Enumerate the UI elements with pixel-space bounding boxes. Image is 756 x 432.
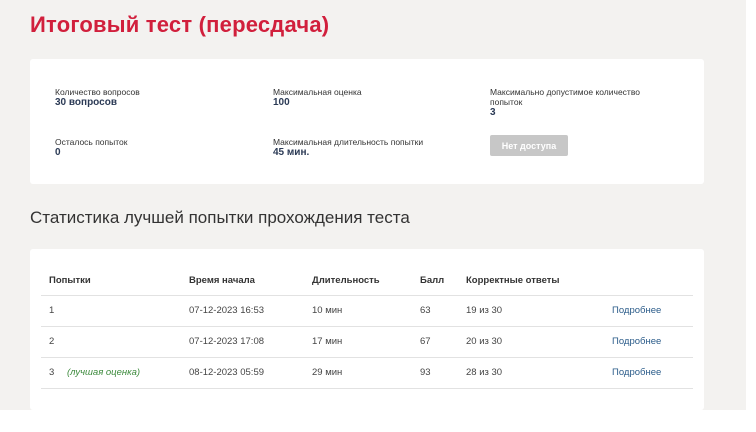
max-score: Максимальная оценка 100: [273, 87, 473, 109]
remaining-attempts: Осталось попыток 0: [55, 137, 255, 159]
max-duration: Максимальная длительность попытки 45 мин…: [273, 137, 473, 159]
header-duration: Длительность: [304, 267, 412, 296]
max-attempts: Максимально допустимое количество попыто…: [490, 87, 670, 119]
correct-answers: 28 из 30: [458, 357, 604, 389]
attempt-number: 2: [41, 326, 181, 358]
max-score-value: 100: [273, 97, 290, 108]
max-score-label: Максимальная оценка: [273, 87, 362, 97]
details-link[interactable]: Подробнее: [604, 326, 693, 358]
remaining-attempts-value: 0: [55, 147, 61, 158]
questions-count-value: 30 вопросов: [55, 97, 117, 108]
score: 63: [412, 295, 458, 327]
max-duration-label: Максимальная длительность попытки: [273, 137, 424, 147]
max-duration-value: 45 мин.: [273, 147, 310, 158]
attempts-table: Попытки Время начала Длительность Балл К…: [41, 267, 693, 389]
max-attempts-label: Максимально допустимое количество попыто…: [490, 87, 640, 107]
header-correct-answers: Корректные ответы: [458, 267, 604, 296]
questions-count: Количество вопросов 30 вопросов: [55, 87, 255, 109]
header-details: [604, 267, 693, 296]
no-access-button[interactable]: Нет доступа: [490, 135, 568, 156]
best-score-label: (лучшая оценка): [66, 367, 141, 378]
page-title: Итоговый тест (пересдача): [30, 12, 330, 37]
details-link[interactable]: Подробнее: [604, 295, 693, 327]
duration: 29 мин: [304, 357, 412, 389]
test-info-card: Количество вопросов 30 вопросов Максимал…: [30, 59, 704, 184]
duration: 17 мин: [304, 326, 412, 358]
max-attempts-value: 3: [490, 107, 496, 118]
header-start-time: Время начала: [181, 267, 304, 296]
correct-answers: 19 из 30: [458, 295, 604, 327]
score: 93: [412, 357, 458, 389]
questions-count-label: Количество вопросов: [55, 87, 140, 97]
header-attempts: Попытки: [41, 267, 181, 296]
stats-section-title: Статистика лучшей попытки прохождения те…: [30, 208, 410, 227]
start-time: 07-12-2023 16:53: [181, 295, 304, 327]
score: 67: [412, 326, 458, 358]
attempt-number: 3: [49, 367, 55, 378]
attempts-table-card: Попытки Время начала Длительность Балл К…: [30, 249, 704, 410]
start-time: 07-12-2023 17:08: [181, 326, 304, 358]
header-score: Балл: [412, 267, 458, 296]
attempt-number: 1: [41, 295, 181, 327]
duration: 10 мин: [304, 295, 412, 327]
attempt-number-cell: 3 (лучшая оценка): [41, 357, 181, 389]
page-background: Итоговый тест (пересдача) Количество воп…: [0, 0, 746, 410]
start-time: 08-12-2023 05:59: [181, 357, 304, 389]
table-header-row: Попытки Время начала Длительность Балл К…: [41, 267, 693, 296]
details-link[interactable]: Подробнее: [604, 357, 693, 389]
table-row: 2 07-12-2023 17:08 17 мин 67 20 из 30 По…: [41, 326, 693, 358]
correct-answers: 20 из 30: [458, 326, 604, 358]
remaining-attempts-label: Осталось попыток: [55, 137, 128, 147]
table-row: 3 (лучшая оценка) 08-12-2023 05:59 29 ми…: [41, 357, 693, 389]
table-row: 1 07-12-2023 16:53 10 мин 63 19 из 30 По…: [41, 295, 693, 327]
